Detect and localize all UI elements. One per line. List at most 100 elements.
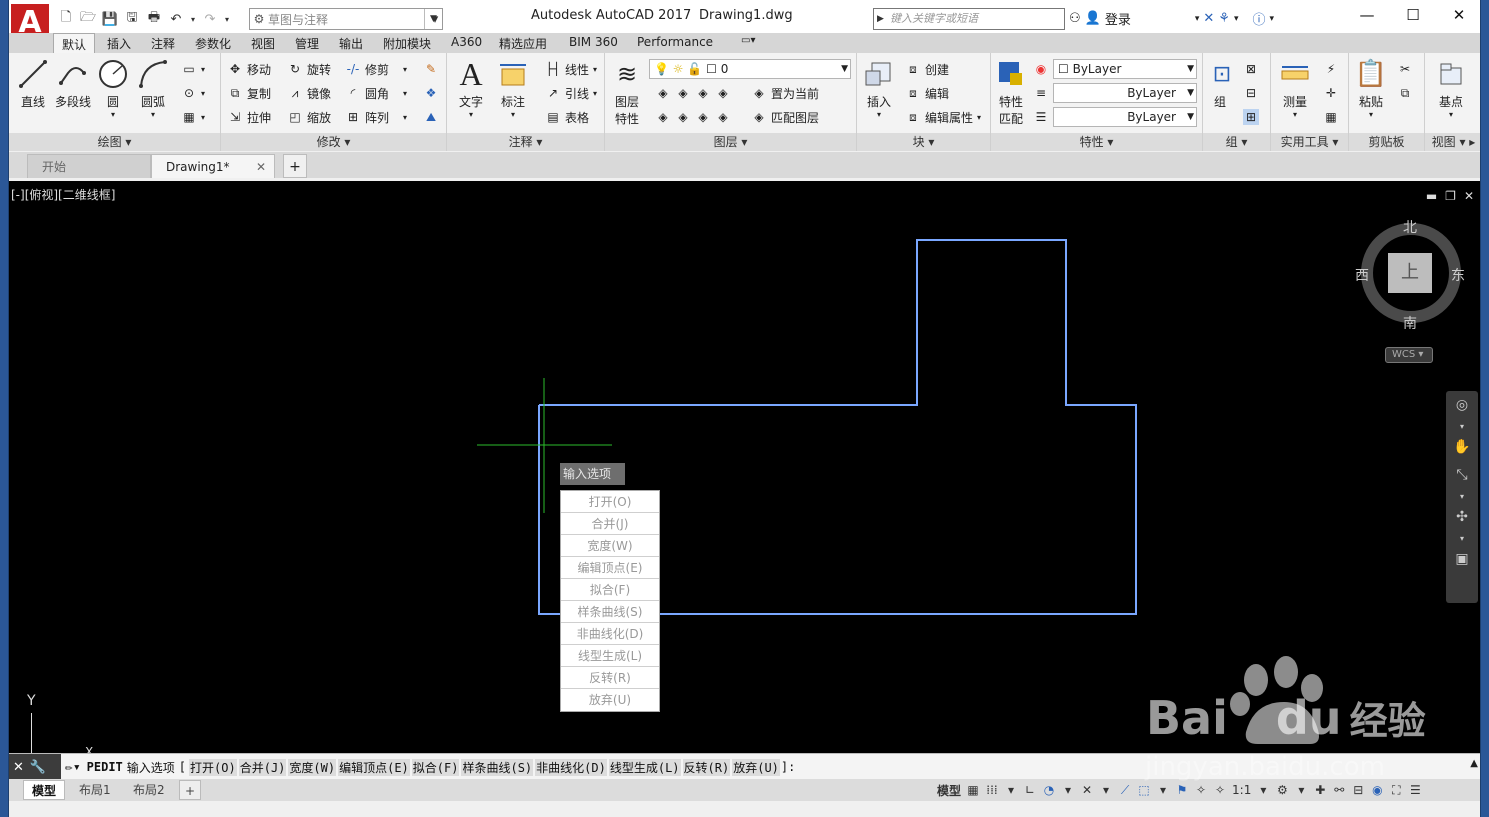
layer-isolate-icon[interactable]: ◈ bbox=[675, 85, 691, 101]
command-icon[interactable]: ✏▾ bbox=[65, 760, 81, 775]
help-icon[interactable]: ⓘ bbox=[1252, 9, 1265, 28]
panel-view-title[interactable]: 视图 ▾ ▸ bbox=[1425, 133, 1480, 151]
user-icon[interactable]: 👤 bbox=[1085, 11, 1101, 26]
plot-icon[interactable]: 🖶 bbox=[145, 10, 163, 28]
boundary-button[interactable]: ▦ ▾ bbox=[181, 107, 205, 127]
calculator-button[interactable]: ▦ bbox=[1323, 107, 1339, 127]
close-icon[interactable]: ✕ bbox=[13, 760, 24, 775]
move-button[interactable]: ✥ 移动 bbox=[227, 59, 271, 79]
pan-icon[interactable]: ✋ bbox=[1446, 433, 1478, 461]
match-layer-button[interactable]: ◈ 匹配图层 bbox=[751, 107, 819, 127]
tab-drawing1[interactable]: Drawing1* ✕ bbox=[151, 154, 275, 178]
point-button[interactable]: ✛ bbox=[1323, 83, 1339, 103]
group-select-button[interactable]: ⊞ bbox=[1243, 107, 1259, 127]
add-layout-button[interactable]: + bbox=[179, 780, 201, 800]
cmd-option-decurve[interactable]: 非曲线化(D) bbox=[535, 758, 607, 776]
measure-button[interactable]: 测量 ▾ bbox=[1275, 57, 1315, 119]
orbit-dropdown-icon[interactable]: ▾ bbox=[1446, 531, 1478, 545]
option-undo[interactable]: 放弃(U) bbox=[561, 689, 659, 711]
open-file-icon[interactable]: 🗁 bbox=[79, 10, 97, 28]
option-spline[interactable]: 样条曲线(S) bbox=[561, 601, 659, 623]
compass-west[interactable]: 西 bbox=[1355, 265, 1369, 285]
ungroup-button[interactable]: ⊠ bbox=[1243, 59, 1259, 79]
zoom-extents-icon[interactable]: ⤡ bbox=[1446, 461, 1478, 489]
option-join[interactable]: 合并(J) bbox=[561, 513, 659, 535]
object-snap-tracking-icon[interactable]: ✕ bbox=[1080, 783, 1094, 797]
panel-block-title[interactable]: 块 ▾ bbox=[857, 133, 990, 151]
minimize-icon[interactable]: — bbox=[1344, 0, 1390, 31]
layer-unlock-icon[interactable]: ◈ bbox=[715, 109, 731, 125]
tab-performance[interactable]: Performance bbox=[637, 35, 713, 49]
cut-button[interactable]: ✂ bbox=[1397, 59, 1413, 79]
maximize-icon[interactable]: ☐ bbox=[1390, 0, 1436, 31]
trim-button[interactable]: -/- 修剪 ▾ bbox=[345, 59, 407, 79]
rotate-button[interactable]: ↻ 旋转 bbox=[287, 59, 331, 79]
layer-on-icon[interactable]: ◈ bbox=[655, 109, 671, 125]
tab-annotate[interactable]: 注释 bbox=[151, 35, 175, 52]
redo-icon[interactable]: ↷ bbox=[201, 10, 219, 28]
linear-dim-button[interactable]: ├┤ 线性 ▾ bbox=[545, 59, 597, 79]
offset-button[interactable]: ⛰ bbox=[423, 107, 439, 127]
redo-dropdown-icon[interactable]: ▾ bbox=[223, 10, 231, 28]
panel-modify-title[interactable]: 修改 ▾ bbox=[221, 133, 446, 151]
array-button[interactable]: ⊞ 阵列 ▾ bbox=[345, 107, 407, 127]
option-reverse[interactable]: 反转(R) bbox=[561, 667, 659, 689]
layout-tab-model[interactable]: 模型 bbox=[23, 780, 66, 800]
compass-north[interactable]: 北 bbox=[1403, 217, 1417, 237]
group-edit-button[interactable]: ⊟ bbox=[1243, 83, 1259, 103]
cmd-option-undo[interactable]: 放弃(U) bbox=[732, 758, 780, 776]
tab-output[interactable]: 输出 bbox=[339, 35, 363, 52]
ortho-icon[interactable]: ∟ bbox=[1023, 783, 1037, 797]
wrench-icon[interactable]: 🔧 bbox=[30, 760, 46, 775]
tab-manage[interactable]: 管理 bbox=[295, 35, 319, 52]
cmd-option-edit-vertex[interactable]: 编辑顶点(E) bbox=[338, 758, 410, 776]
new-tab-button[interactable]: + bbox=[283, 154, 307, 178]
match-properties-button[interactable]: 特性 匹配 bbox=[993, 57, 1029, 127]
cmd-option-width[interactable]: 宽度(W) bbox=[288, 758, 337, 776]
copy-clip-button[interactable]: ⧉ bbox=[1397, 83, 1413, 103]
panel-groups-title[interactable]: 组 ▾ bbox=[1203, 133, 1270, 151]
linetype-dropdown[interactable]: ByLayer ▼ bbox=[1053, 83, 1197, 103]
login-button[interactable]: 登录 bbox=[1105, 9, 1131, 28]
layout-tab-1[interactable]: 布局1 bbox=[71, 780, 119, 800]
chevron-down-icon[interactable]: ▾ bbox=[1234, 14, 1239, 24]
showmotion-icon[interactable]: ▣ bbox=[1446, 545, 1478, 573]
hatch-button[interactable]: ⊙ ▾ bbox=[181, 83, 205, 103]
chevron-down-icon[interactable]: ▾ bbox=[1195, 14, 1200, 24]
command-history-icon[interactable]: ▲ bbox=[1470, 758, 1478, 769]
panel-utilities-title[interactable]: 实用工具 ▾ bbox=[1271, 133, 1348, 151]
polyline-button[interactable]: 多段线 bbox=[53, 57, 93, 110]
option-fit[interactable]: 拟合(F) bbox=[561, 579, 659, 601]
quick-select-button[interactable]: ⚡ bbox=[1323, 59, 1339, 79]
cmd-option-reverse[interactable]: 反转(R) bbox=[682, 758, 731, 776]
a360-icon[interactable]: ⚘ bbox=[1218, 11, 1230, 26]
group-button[interactable]: ⊡ 组 bbox=[1205, 57, 1235, 110]
tab-featured-apps[interactable]: 精选应用 bbox=[499, 35, 547, 52]
tab-view[interactable]: 视图 bbox=[251, 35, 275, 52]
base-view-button[interactable]: 基点 ▾ bbox=[1433, 57, 1469, 119]
fillet-button[interactable]: ◜ 圆角 ▾ bbox=[345, 83, 407, 103]
chevron-down-icon[interactable]: ▾ bbox=[1004, 783, 1018, 797]
chevron-down-icon[interactable]: ▾ bbox=[1061, 783, 1075, 797]
close-tab-icon[interactable]: ✕ bbox=[256, 155, 266, 179]
viewcube[interactable]: 上 北 南 西 东 WCS ▾ bbox=[1355, 217, 1467, 369]
color-dropdown[interactable]: ☐ ByLayer ▼ bbox=[1053, 59, 1197, 79]
cmd-option-spline[interactable]: 样条曲线(S) bbox=[461, 758, 534, 776]
panel-clipboard-title[interactable]: 剪贴板 bbox=[1349, 133, 1424, 151]
insert-block-button[interactable]: 插入 ▾ bbox=[861, 57, 897, 119]
arc-button[interactable]: 圆弧 ▾ bbox=[135, 57, 171, 119]
line-button[interactable]: 直线 bbox=[15, 57, 51, 110]
layer-freeze-icon[interactable]: ◈ bbox=[695, 85, 711, 101]
save-as-icon[interactable]: 🖫 bbox=[123, 10, 141, 28]
layer-lock-icon[interactable]: ◈ bbox=[715, 85, 731, 101]
grid-icon[interactable]: ▦ bbox=[966, 783, 980, 797]
orbit-icon[interactable]: ✣ bbox=[1446, 503, 1478, 531]
cmd-option-ltype-gen[interactable]: 线型生成(L) bbox=[608, 758, 681, 776]
compass-east[interactable]: 东 bbox=[1451, 265, 1465, 285]
create-block-button[interactable]: ⧈ 创建 bbox=[905, 59, 949, 79]
layer-dropdown[interactable]: 💡 ☼ 🔓 ☐ 0 ▼ bbox=[649, 59, 851, 79]
save-icon[interactable]: 💾 bbox=[101, 10, 119, 28]
tab-a360[interactable]: A360 bbox=[451, 35, 482, 49]
layer-thaw-icon[interactable]: ◈ bbox=[695, 109, 711, 125]
table-button[interactable]: ▤ 表格 bbox=[545, 107, 589, 127]
